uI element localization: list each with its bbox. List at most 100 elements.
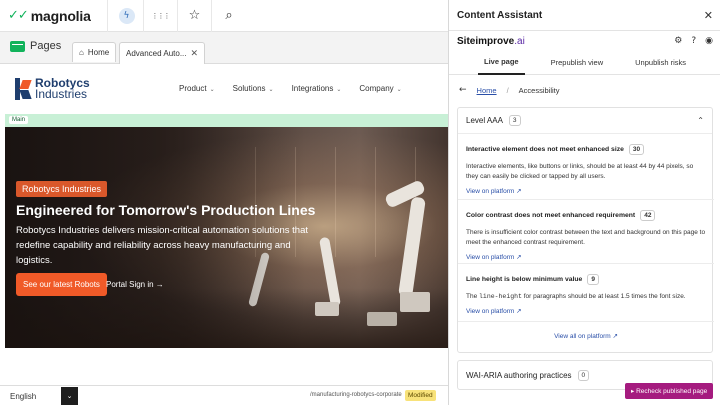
view-on-platform-link[interactable]: View on platform ↗ xyxy=(466,307,706,315)
tab-advanced-automation[interactable]: Advanced Auto... ✕ xyxy=(119,42,205,64)
close-icon[interactable]: ✕ xyxy=(704,9,713,22)
chevron-down-icon: ⌄ xyxy=(209,87,215,93)
breadcrumb-separator: / xyxy=(506,85,509,95)
user-icon[interactable]: ◉ xyxy=(705,36,713,46)
chevron-up-icon: ⌃ xyxy=(697,116,704,125)
search-icon: ⌕ xyxy=(225,8,233,23)
menu-item-company[interactable]: Company ⌄ xyxy=(359,84,401,93)
chevron-down-icon: ⌄ xyxy=(66,392,73,400)
hero-description: Robotycs Industries delivers mission-cri… xyxy=(16,225,308,266)
issue-desc-post: for paragraphs should be at least 1.5 ti… xyxy=(521,293,686,300)
page-path: /manufacturing-robotycs-corporate xyxy=(310,392,402,398)
tab-advanced-label: Advanced Auto... xyxy=(126,49,187,58)
star-icon: ☆ xyxy=(188,8,201,23)
magnolia-logo-text: magnolia xyxy=(30,7,91,24)
chevron-down-icon: ⌄ xyxy=(336,87,342,93)
gear-icon[interactable]: ⚙ xyxy=(674,36,682,46)
hero-section[interactable]: Robotycs Industries Engineered for Tomor… xyxy=(5,127,448,348)
menu-item-label: Company xyxy=(359,84,394,93)
menu-item-product[interactable]: Product ⌄ xyxy=(179,84,215,93)
issue-title-text: Interactive element does not meet enhanc… xyxy=(466,146,624,153)
brand-line-2: Industries xyxy=(35,87,88,101)
content-assistant-panel: Content Assistant ✕ Siteimprove.ai ⚙ ? ◉… xyxy=(448,0,720,405)
breadcrumb-current: Accessibility xyxy=(518,85,560,95)
menu-item-integrations[interactable]: Integrations ⌄ xyxy=(292,84,342,93)
chevron-down-icon: ⌄ xyxy=(268,87,274,93)
pages-title: Pages xyxy=(10,40,61,52)
main-area-ribbon[interactable]: Main xyxy=(5,114,448,127)
site-navbar: Robotycs Industries Product ⌄ Solutions ⌄ … xyxy=(5,64,448,114)
issue-count: 30 xyxy=(628,144,645,155)
pages-title-text: Pages xyxy=(30,40,62,52)
issue-desc-code: line-height xyxy=(479,293,522,300)
hero-tag: Robotycs Industries xyxy=(16,181,108,197)
back-arrow-icon[interactable]: ← xyxy=(459,85,467,95)
siteimprove-logo-text: Siteimprove xyxy=(457,35,515,47)
siteimprove-logo: Siteimprove.ai xyxy=(457,36,525,47)
issue-title: Color contrast does not meet enhanced re… xyxy=(466,210,706,221)
menu-item-solutions[interactable]: Solutions ⌄ xyxy=(233,84,274,93)
language-dropdown[interactable]: ⌄ xyxy=(61,387,78,405)
grid-menu-button[interactable]: ⋮⋮⋮ xyxy=(144,0,178,32)
breadcrumb: ← Home / Accessibility xyxy=(449,75,720,105)
grid-icon: ⋮⋮⋮ xyxy=(151,11,171,20)
main-area-label: Main xyxy=(9,116,29,124)
tab-home[interactable]: ⌂ Home xyxy=(72,42,117,62)
wai-aria-label: WAI-ARIA authoring practices xyxy=(466,370,572,380)
robotycs-logo[interactable]: Robotycs Industries xyxy=(15,77,90,101)
site-menu: Product ⌄ Solutions ⌄ Integrations ⌄ Compan… xyxy=(179,84,420,93)
breadcrumb-home-link[interactable]: Home xyxy=(477,86,497,95)
app-launcher-icon: ϟ xyxy=(118,7,135,24)
issue-description: Interactive elements, like buttons or li… xyxy=(466,163,694,180)
page-preview: Robotycs Industries Product ⌄ Solutions ⌄ … xyxy=(5,64,448,385)
recheck-published-page-button[interactable]: ▸ Recheck published page xyxy=(625,383,714,399)
pages-header: Pages ⌂ Home Advanced Auto... ✕ xyxy=(0,32,448,64)
app-launcher-button[interactable]: ϟ xyxy=(110,0,144,32)
magnolia-logo[interactable]: ✓✓ magnolia xyxy=(0,0,108,32)
close-icon[interactable]: ✕ xyxy=(190,48,198,59)
tab-prepublish-view[interactable]: Prepublish view xyxy=(545,51,610,75)
level-aaa-header[interactable]: Level AAA 3 ⌃ xyxy=(458,108,712,134)
status-badge: Modified xyxy=(405,390,436,401)
robotycs-brand: Robotycs Industries xyxy=(35,77,90,101)
issue-desc-pre: The xyxy=(466,293,480,300)
issue-title: Line height is below minimum value 9 xyxy=(466,274,706,285)
hero-title: Engineered for Tomorrow's Production Lin… xyxy=(16,202,316,218)
tab-home-label: Home xyxy=(87,48,110,57)
issue-count: 42 xyxy=(640,210,656,221)
magnolia-logo-mark-icon: ✓✓ xyxy=(8,8,29,23)
wai-aria-count: 0 xyxy=(577,369,590,381)
tab-unpublish-risks[interactable]: Unpublish risks xyxy=(629,51,692,75)
siteimprove-header: Siteimprove.ai ⚙ ? ◉ xyxy=(449,31,720,51)
view-on-platform-link[interactable]: View on platform ↗ xyxy=(466,253,706,261)
top-bar: ✓✓ magnolia ϟ ⋮⋮⋮ ☆ ⌕ xyxy=(0,0,448,32)
issue-title-text: Color contrast does not meet enhanced re… xyxy=(466,212,636,219)
status-bar: English ⌄ /manufacturing-robotycs-corpor… xyxy=(0,385,448,405)
level-aaa-label: Level AAA xyxy=(466,116,503,125)
robotycs-logo-icon xyxy=(15,78,32,100)
home-icon: ⌂ xyxy=(79,48,84,57)
chevron-down-icon: ⌄ xyxy=(396,87,402,93)
language-label: English xyxy=(10,392,37,401)
issue-item: Interactive element does not meet enhanc… xyxy=(458,134,714,200)
issue-description: The line-height for paragraphs should be… xyxy=(466,292,706,302)
level-aaa-card: Level AAA 3 ⌃ Interactive element does n… xyxy=(457,107,714,353)
panel-title: Content Assistant xyxy=(457,9,543,21)
siteimprove-tabs: Live page Prepublish view Unpublish risk… xyxy=(449,51,720,75)
issue-count: 9 xyxy=(587,274,599,285)
tab-live-page[interactable]: Live page xyxy=(478,51,525,75)
menu-item-label: Integrations xyxy=(291,84,334,93)
help-icon[interactable]: ? xyxy=(691,36,696,46)
favorites-button[interactable]: ☆ xyxy=(178,0,212,32)
view-all-on-platform-link[interactable]: View all on platform ↗ xyxy=(458,332,714,340)
view-on-platform-link[interactable]: View on platform ↗ xyxy=(466,187,706,195)
panel-header: Content Assistant ✕ xyxy=(449,0,720,31)
menu-item-label: Product xyxy=(179,84,207,93)
issue-description: There is insufficient color contrast bet… xyxy=(466,229,706,246)
portal-signin-link[interactable]: Portal Sign in → xyxy=(106,280,164,289)
search-button[interactable]: ⌕ xyxy=(212,0,246,32)
issue-title-text: Line height is below minimum value xyxy=(466,276,583,283)
siteimprove-logo-ai: .ai xyxy=(514,35,525,47)
issue-item: Line height is below minimum value 9 The… xyxy=(458,264,714,322)
see-robots-button[interactable]: See our latest Robots xyxy=(16,273,107,296)
